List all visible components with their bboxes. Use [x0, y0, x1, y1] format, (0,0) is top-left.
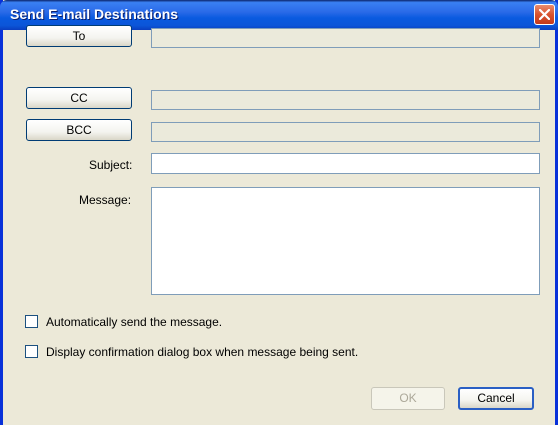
- subject-label: Subject:: [89, 158, 133, 172]
- subject-input[interactable]: [151, 153, 540, 174]
- message-label: Message:: [79, 193, 132, 207]
- bcc-field[interactable]: [151, 122, 540, 142]
- message-textarea[interactable]: [151, 187, 540, 295]
- cc-field[interactable]: [151, 90, 540, 110]
- send-email-dialog: Send E-mail Destinations To CC BCC Subje…: [0, 0, 558, 425]
- cancel-button[interactable]: Cancel: [458, 387, 534, 410]
- ok-button[interactable]: OK: [371, 387, 445, 410]
- close-icon: [539, 9, 550, 20]
- confirm-dialog-label[interactable]: Display confirmation dialog box when mes…: [46, 345, 358, 359]
- auto-send-checkbox[interactable]: [25, 315, 38, 328]
- bcc-button[interactable]: BCC: [26, 119, 132, 141]
- window-title: Send E-mail Destinations: [10, 6, 179, 22]
- cc-button[interactable]: CC: [26, 87, 132, 109]
- to-field[interactable]: [151, 28, 540, 48]
- to-button[interactable]: To: [26, 25, 132, 47]
- close-button[interactable]: [534, 4, 555, 25]
- confirm-dialog-checkbox[interactable]: [25, 345, 38, 358]
- auto-send-label[interactable]: Automatically send the message.: [46, 315, 222, 329]
